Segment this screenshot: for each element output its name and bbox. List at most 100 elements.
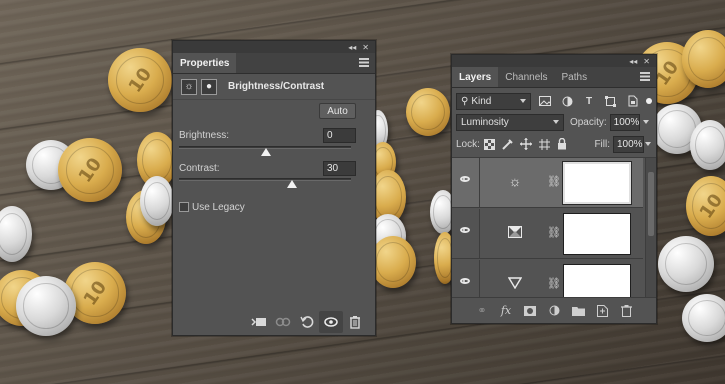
use-legacy-checkbox[interactable] [179, 202, 189, 212]
lock-position-icon[interactable] [519, 137, 532, 152]
opacity-dropdown-icon[interactable] [640, 114, 652, 131]
contrast-slider-thumb[interactable] [287, 180, 297, 188]
lock-image-pixels-icon[interactable] [502, 137, 513, 152]
fill-dropdown-icon[interactable] [644, 136, 652, 153]
fill-label: Fill: [594, 138, 610, 150]
lock-transparent-pixels-icon[interactable] [483, 137, 495, 152]
coin [16, 276, 76, 336]
coin: 10 [108, 48, 172, 112]
use-legacy-label: Use Legacy [192, 202, 245, 213]
brightness-slider-thumb[interactable] [261, 148, 271, 156]
lock-all-icon[interactable] [557, 137, 568, 152]
panel-titlebar: ◂◂ ✕ [173, 41, 375, 53]
close-icon[interactable]: ✕ [362, 43, 369, 52]
blend-mode-dropdown[interactable]: Luminosity [456, 113, 564, 131]
layers-footer: ⚭ fx [452, 297, 656, 323]
search-icon: ⚲ [461, 95, 469, 107]
tab-channels[interactable]: Channels [498, 67, 554, 87]
pixel-layer-filter-icon[interactable] [538, 94, 553, 109]
view-previous-state-icon[interactable] [271, 311, 295, 333]
coin [0, 206, 32, 262]
delete-adjustment-icon[interactable] [343, 311, 367, 333]
contrast-field[interactable]: 30 [323, 161, 356, 176]
divider [479, 260, 480, 297]
adjustment-header: ☼ ● Brightness/Contrast [173, 74, 375, 100]
coin [406, 88, 450, 136]
eye-icon[interactable] [460, 278, 470, 284]
divider [479, 158, 480, 207]
coin [658, 236, 714, 292]
coin: 10 [58, 138, 122, 202]
layers-tabbar: Layers Channels Paths [452, 67, 656, 88]
link-icon[interactable]: ⛓ [547, 174, 561, 188]
gradient-map-adjustment-icon [506, 223, 524, 241]
layer-filter-row: ⚲ Kind T [456, 90, 652, 112]
layer-mask-thumbnail[interactable] [562, 161, 632, 205]
link-icon[interactable]: ⛓ [547, 276, 561, 290]
layer-row-brightness-contrast[interactable]: ☼ ⛓ [452, 158, 643, 208]
opacity-label: Opacity: [569, 116, 607, 128]
properties-tabbar: Properties [173, 53, 375, 74]
eye-icon[interactable] [460, 176, 470, 182]
coin: 10 [686, 176, 725, 236]
layer-mask-thumbnail[interactable] [563, 264, 631, 297]
brightness-contrast-adjustment-icon: ☼ [508, 173, 522, 189]
divider [479, 209, 480, 258]
link-layers-icon[interactable]: ⚭ [470, 301, 494, 321]
blend-opacity-row: Luminosity Opacity: 100% [456, 111, 652, 133]
collapse-icon[interactable]: ◂◂ [348, 43, 356, 52]
link-icon[interactable]: ⛓ [547, 225, 561, 239]
filter-kind-value: Kind [471, 95, 492, 107]
lock-artboard-icon[interactable] [538, 137, 550, 152]
fx-icon[interactable]: fx [494, 301, 518, 321]
properties-footer [173, 309, 375, 335]
brightness-field[interactable]: 0 [323, 128, 356, 143]
properties-panel: ◂◂ ✕ Properties ☼ ● Brightness/Contrast … [172, 40, 376, 336]
lock-fill-row: Lock: Fill: 100% [456, 133, 652, 155]
tab-paths[interactable]: Paths [555, 67, 595, 87]
filter-kind-dropdown[interactable]: ⚲ Kind [456, 92, 532, 110]
new-layer-icon[interactable] [590, 301, 614, 321]
lock-label: Lock: [456, 138, 480, 150]
eye-icon[interactable] [460, 227, 470, 233]
layer-mask-thumbnail[interactable] [563, 213, 631, 255]
shape-layer-filter-icon[interactable] [603, 94, 618, 109]
tab-properties[interactable]: Properties [173, 53, 237, 73]
panel-menu-icon[interactable] [640, 72, 650, 81]
opacity-field[interactable]: 100% [609, 113, 641, 131]
layer-list: ☼ ⛓ ⛓ ⛓ [452, 157, 656, 297]
toggle-visibility-icon[interactable] [319, 311, 343, 333]
layers-panel: ◂◂ ✕ Layers Channels Paths ⚲ Kind T Lumi… [451, 54, 657, 324]
contrast-label: Contrast: [179, 163, 220, 174]
brightness-contrast-icon[interactable]: ☼ [181, 78, 197, 95]
layers-scrollbar[interactable] [645, 158, 656, 297]
layer-row-gradient-map[interactable]: ⛓ [452, 209, 643, 259]
layer-row-vibrance[interactable]: ⛓ [452, 260, 643, 297]
coin [682, 294, 725, 342]
panel-titlebar: ◂◂ ✕ [452, 55, 656, 67]
coin [682, 30, 725, 88]
adjustment-layer-filter-icon[interactable] [560, 94, 575, 109]
coin [690, 120, 725, 170]
new-group-icon[interactable] [566, 301, 590, 321]
blend-mode-value: Luminosity [461, 116, 509, 128]
layer-mask-icon[interactable]: ● [201, 78, 217, 95]
scrollbar-thumb[interactable] [648, 172, 654, 236]
clip-to-layer-icon[interactable] [247, 311, 271, 333]
smart-object-filter-icon[interactable] [625, 94, 640, 109]
add-mask-icon[interactable] [518, 301, 542, 321]
reset-icon[interactable] [295, 311, 319, 333]
collapse-icon[interactable]: ◂◂ [629, 57, 637, 66]
contrast-slider-track[interactable] [179, 178, 351, 181]
fill-field[interactable]: 100% [613, 135, 644, 153]
vibrance-adjustment-icon [506, 274, 524, 292]
auto-button[interactable]: Auto [319, 103, 356, 119]
panel-menu-icon[interactable] [359, 58, 369, 67]
delete-layer-icon[interactable] [614, 301, 638, 321]
new-adjustment-layer-icon[interactable] [542, 301, 566, 321]
close-icon[interactable]: ✕ [643, 57, 650, 66]
filter-toggle-icon[interactable] [646, 98, 652, 104]
type-layer-filter-icon[interactable]: T [582, 94, 597, 109]
tab-layers[interactable]: Layers [452, 67, 499, 87]
adjustment-title: Brightness/Contrast [228, 81, 325, 92]
